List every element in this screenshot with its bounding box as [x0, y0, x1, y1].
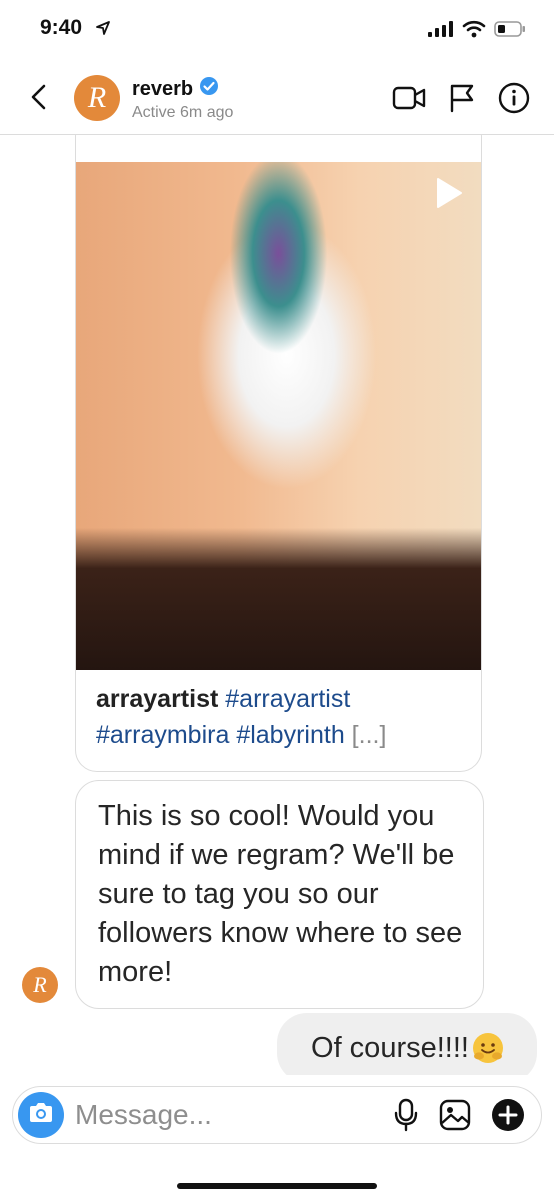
- cellular-signal-icon: [428, 21, 454, 42]
- wifi-icon: [462, 20, 486, 43]
- incoming-message-bubble[interactable]: This is so cool! Would you mind if we re…: [75, 780, 484, 1009]
- microphone-icon[interactable]: [393, 1098, 419, 1137]
- post-video-thumbnail[interactable]: [76, 162, 481, 670]
- activity-status: Active 6m ago: [132, 104, 234, 121]
- plus-icon[interactable]: [491, 1098, 525, 1137]
- chat-header: R reverb Active 6m ago: [0, 62, 554, 135]
- camera-icon: [28, 1102, 54, 1129]
- status-bar: 9:40: [0, 0, 554, 60]
- info-icon[interactable]: [498, 82, 530, 119]
- message-composer: [12, 1086, 542, 1144]
- post-username[interactable]: arrayartist: [96, 685, 218, 713]
- flag-icon[interactable]: [448, 83, 476, 118]
- post-more-link[interactable]: [...]: [352, 721, 387, 749]
- sender-avatar[interactable]: R: [22, 967, 58, 1003]
- profile-username[interactable]: reverb: [132, 78, 193, 101]
- home-indicator: [177, 1183, 377, 1189]
- camera-button[interactable]: [18, 1092, 64, 1138]
- status-time: 9:40: [40, 16, 83, 39]
- message-input[interactable]: [75, 1097, 355, 1133]
- battery-icon: [494, 21, 526, 42]
- profile-name-row[interactable]: reverb: [132, 76, 219, 102]
- play-icon[interactable]: [433, 176, 465, 215]
- profile-avatar[interactable]: R: [74, 75, 120, 121]
- post-hashtags[interactable]: #arrayartist: [225, 685, 350, 713]
- post-hashtags-2[interactable]: #arraymbira #labyrinth: [96, 721, 345, 749]
- verified-badge-icon: [199, 76, 219, 102]
- shared-post-card[interactable]: arrayartist #arrayartist #arraymbira #la…: [75, 135, 482, 772]
- post-caption[interactable]: arrayartist #arrayartist #arraymbira #la…: [96, 681, 466, 753]
- back-chevron-icon[interactable]: [24, 80, 54, 114]
- gallery-icon[interactable]: [439, 1099, 471, 1136]
- outgoing-message-bubble[interactable]: Of course!!!!: [277, 1013, 537, 1075]
- outgoing-message-text: Of course!!!!: [311, 1031, 469, 1064]
- video-call-icon[interactable]: [392, 85, 426, 116]
- message-thread[interactable]: arrayartist #arrayartist #arraymbira #la…: [0, 135, 554, 1075]
- location-arrow-icon: [95, 20, 111, 41]
- hugging-face-emoji-icon: [472, 1033, 503, 1063]
